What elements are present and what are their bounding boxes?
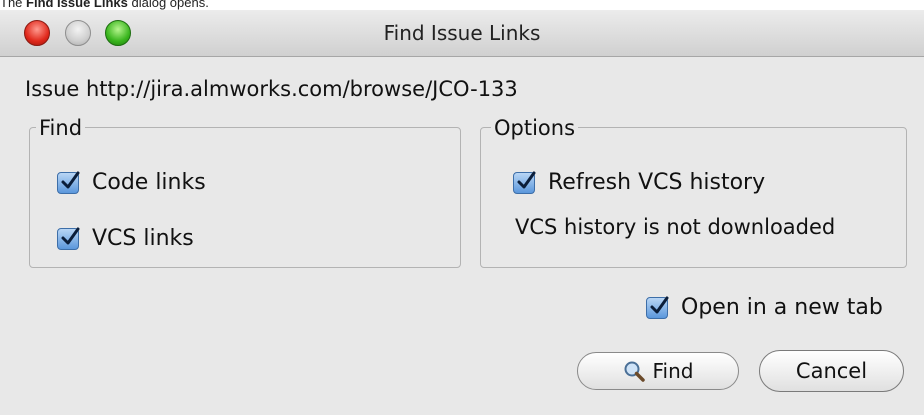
dialog-window: Find Issue Links Issue http://jira.almwo… [0,10,924,415]
options-group [480,127,907,268]
issue-label: Issue http://jira.almworks.com/browse/JC… [25,77,518,101]
checkmark-icon [57,227,80,250]
checkmark-icon [513,171,536,194]
open-new-tab-label: Open in a new tab [681,295,883,320]
find-button-label: Find [652,359,694,383]
refresh-vcs-label: Refresh VCS history [548,170,766,195]
checkmark-icon [57,171,80,194]
find-group-legend: Find [36,116,86,140]
code-links-label: Code links [92,170,206,195]
window-title: Find Issue Links [383,21,541,45]
cancel-button-label: Cancel [795,359,868,383]
magnifier-icon [624,361,645,382]
caption: The Find Issue Links dialog opens. [0,0,209,10]
title-bar: Find Issue Links [0,10,924,57]
checkmark-icon [646,296,669,319]
vcs-links-checkbox[interactable]: VCS links [57,226,194,251]
caption-prefix: The [0,0,27,10]
vcs-links-label: VCS links [92,226,194,251]
options-group-legend: Options [491,116,579,140]
vcs-status-text: VCS history is not downloaded [515,215,836,239]
caption-suffix: dialog opens. [127,0,209,10]
open-new-tab-checkbox[interactable]: Open in a new tab [646,295,883,320]
caption-bold: Find Issue Links [26,0,128,10]
cancel-button[interactable]: Cancel [759,350,904,392]
code-links-checkbox[interactable]: Code links [57,170,206,195]
find-button[interactable]: Find [577,352,739,390]
refresh-vcs-checkbox[interactable]: Refresh VCS history [513,170,765,195]
